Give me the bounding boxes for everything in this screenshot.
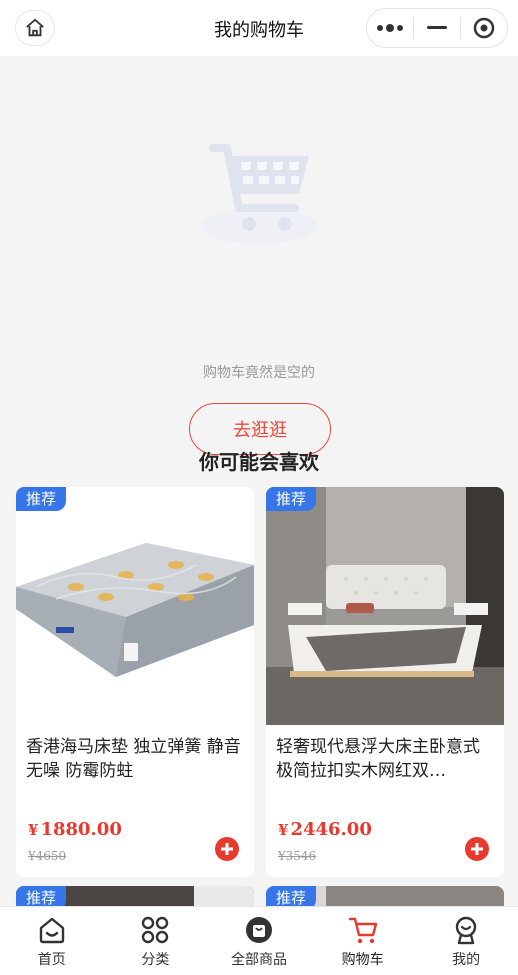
product-card[interactable]: 推荐 香港海马床垫 独立弹簧 静音无噪 防霉防蛀 ¥1880.00 ¥4650 <box>16 487 254 877</box>
product-card[interactable]: 推荐 轻奢现代悬浮大床主卧意式极简拉扣实木网红双… ¥2446.00 ¥3546 <box>266 487 504 877</box>
tab-home[interactable]: 首页 <box>0 907 104 975</box>
close-button[interactable] <box>461 9 507 47</box>
tab-label: 我的 <box>452 952 481 968</box>
product-image-mattress[interactable] <box>16 487 254 725</box>
minimize-button[interactable] <box>414 9 460 47</box>
product-price: ¥1880.00 <box>28 819 122 840</box>
minimize-icon <box>427 26 447 29</box>
add-to-cart-button[interactable] <box>215 837 239 861</box>
tab-mine[interactable]: 我的 <box>414 907 518 975</box>
tab-label: 首页 <box>37 952 66 968</box>
tab-label: 分类 <box>141 952 170 968</box>
recommend-title: 你可能会喜欢 <box>199 450 319 474</box>
recommend-badge: 推荐 <box>16 487 66 511</box>
empty-cart-section: 购物车竟然是空的 去逛逛 <box>0 56 518 455</box>
tab-cart[interactable]: 购物车 <box>311 907 415 975</box>
tab-label: 全部商品 <box>230 952 287 968</box>
close-target-icon <box>473 17 495 39</box>
original-price: ¥3546 <box>278 849 317 863</box>
product-name[interactable]: 轻奢现代悬浮大床主卧意式极简拉扣实木网红双… <box>276 735 496 783</box>
mini-program-capsule <box>366 8 508 48</box>
top-navigation-bar: 我的购物车 <box>0 0 518 56</box>
user-icon <box>455 916 477 945</box>
product-price: ¥2446.00 <box>278 819 372 840</box>
bag-icon <box>245 917 272 943</box>
recommend-badge: 推荐 <box>266 487 316 511</box>
more-icon <box>377 24 403 32</box>
empty-cart-message: 购物车竟然是空的 <box>203 365 315 381</box>
original-price: ¥4650 <box>28 849 67 863</box>
product-image-bed[interactable] <box>266 487 504 725</box>
plus-icon <box>471 843 483 855</box>
currency-symbol: ¥ <box>278 821 289 839</box>
home-icon <box>39 917 64 944</box>
more-button[interactable] <box>367 9 413 47</box>
cart-icon <box>348 917 377 944</box>
tab-category[interactable]: 分类 <box>104 907 208 975</box>
category-icon <box>142 916 169 944</box>
currency-symbol: ¥ <box>28 821 39 839</box>
shopping-cart-icon <box>201 144 317 244</box>
tab-all-products[interactable]: 全部商品 <box>207 907 311 975</box>
price-value: 1880.00 <box>40 819 122 840</box>
product-name[interactable]: 香港海马床垫 独立弹簧 静音无噪 防霉防蛀 <box>26 735 246 783</box>
plus-icon <box>221 843 233 855</box>
bottom-tab-bar: 首页 分类 全部商品 购物车 我的 <box>0 906 518 975</box>
price-value: 2446.00 <box>290 819 372 840</box>
add-to-cart-button[interactable] <box>465 837 489 861</box>
tab-label: 购物车 <box>341 952 384 968</box>
